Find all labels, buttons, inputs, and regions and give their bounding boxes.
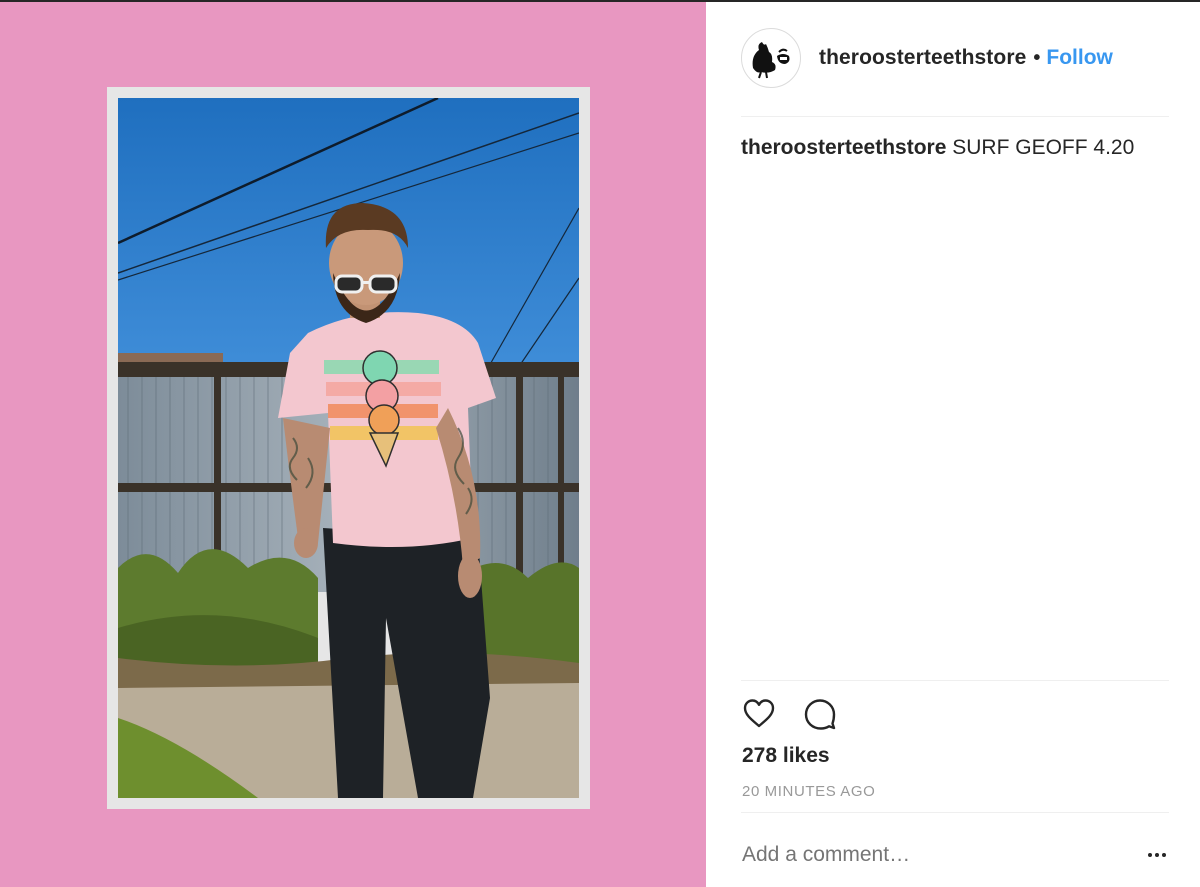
more-options-button[interactable] — [1142, 842, 1172, 868]
avatar[interactable] — [741, 28, 801, 88]
post-timestamp: 20 MINUTES AGO — [742, 783, 876, 800]
separator-dot: • — [1033, 46, 1041, 69]
speech-bubble-icon — [804, 699, 836, 730]
comment-divider — [741, 812, 1169, 813]
heart-outline-icon — [743, 699, 775, 728]
post-media — [0, 2, 706, 887]
caption-text: SURF GEOFF 4.20 — [952, 136, 1135, 159]
like-count[interactable]: 278 likes — [742, 744, 830, 768]
comment-button[interactable] — [802, 696, 838, 732]
post-username[interactable]: theroosterteethstore — [819, 46, 1026, 70]
comment-input[interactable] — [742, 840, 1122, 870]
follow-button[interactable]: Follow — [1046, 46, 1113, 70]
rooster-logo-icon — [752, 42, 790, 79]
ellipsis-icon — [1162, 853, 1166, 857]
photo-frame — [107, 87, 590, 809]
post-photo[interactable] — [118, 98, 579, 798]
post-panel: theroosterteethstore • Follow therooster… — [706, 2, 1200, 887]
ellipsis-icon — [1155, 853, 1159, 857]
header-divider — [741, 116, 1169, 117]
caption-username[interactable]: theroosterteethstore — [741, 136, 946, 159]
actions-divider — [741, 680, 1169, 681]
post-header: theroosterteethstore • Follow — [741, 28, 1169, 88]
post-actions — [741, 696, 838, 732]
like-button[interactable] — [741, 696, 777, 732]
post-caption: theroosterteethstore SURF GEOFF 4.20 — [741, 136, 1134, 160]
ellipsis-icon — [1148, 853, 1152, 857]
